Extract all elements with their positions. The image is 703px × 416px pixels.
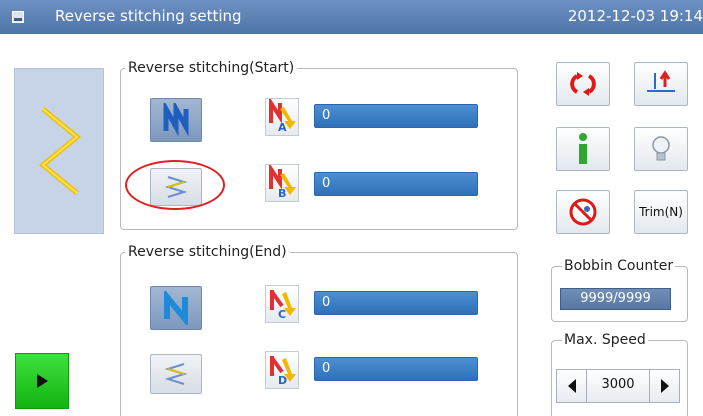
no-wiper-icon xyxy=(569,198,597,226)
max-speed-label: Max. Speed xyxy=(562,332,648,348)
stitch-preview xyxy=(14,68,104,234)
bobbin-counter-label: Bobbin Counter xyxy=(562,258,676,274)
play-icon xyxy=(37,374,48,388)
bobbin-counter-value[interactable]: 9999/9999 xyxy=(560,288,671,310)
bobbin-counter-group: Bobbin Counter 9999/9999 xyxy=(551,258,688,322)
reverse-start-legend: Reverse stitching(Start) xyxy=(128,60,295,76)
param-c-field[interactable]: 0 xyxy=(314,291,478,315)
param-a-icon-box: A xyxy=(265,96,299,136)
param-d-icon-box: D xyxy=(265,351,299,389)
param-d-field[interactable]: 0 xyxy=(314,357,478,381)
param-d-letter: D xyxy=(278,374,288,387)
reverse-end-legend: Reverse stitching(End) xyxy=(128,244,287,260)
light-button[interactable] xyxy=(634,127,688,171)
param-b-field[interactable]: 0 xyxy=(314,172,478,196)
cycle-button[interactable] xyxy=(556,62,610,106)
max-speed-value: 3000 xyxy=(601,377,635,392)
param-c-letter: C xyxy=(278,308,287,321)
screen-icon xyxy=(12,11,24,23)
wiper-off-button[interactable] xyxy=(556,190,610,234)
info-button[interactable] xyxy=(556,127,610,171)
left-arrow-icon xyxy=(567,379,576,393)
param-b-icon-box: B xyxy=(265,162,299,202)
cycle-icon xyxy=(570,72,596,96)
param-a-field[interactable]: 0 xyxy=(314,104,478,128)
trim-button[interactable]: Trim(N) xyxy=(634,190,688,234)
light-bulb-icon xyxy=(652,136,670,161)
start-reverse-n-button[interactable] xyxy=(150,98,202,142)
end-n-stitch-icon xyxy=(164,291,188,325)
title-bar: Reverse stitching setting 2012-12-03 19:… xyxy=(0,0,703,34)
reverse-stitch-preview-icon xyxy=(39,107,81,195)
start-n-stitch-icon xyxy=(163,103,189,137)
max-speed-stepper: 3000 xyxy=(556,369,680,403)
end-reverse-v-button[interactable] xyxy=(150,354,202,394)
start-v-stitch-icon xyxy=(164,176,188,198)
end-reverse-n-button[interactable] xyxy=(150,286,202,330)
page-title: Reverse stitching setting xyxy=(55,7,242,25)
speed-increase-button[interactable] xyxy=(649,370,679,402)
needle-position-icon xyxy=(647,70,675,92)
info-icon xyxy=(579,133,587,164)
needle-position-button[interactable] xyxy=(634,62,688,106)
right-arrow-icon xyxy=(660,379,669,393)
max-speed-group: Max. Speed 3000 xyxy=(551,332,688,416)
end-v-stitch-icon xyxy=(164,363,188,385)
datetime-display: 2012-12-03 19:14 xyxy=(567,7,703,25)
speed-decrease-button[interactable] xyxy=(557,370,587,402)
trim-label: Trim(N) xyxy=(639,205,683,219)
param-a-letter: A xyxy=(278,121,287,134)
param-c-icon-box: C xyxy=(265,285,299,323)
param-b-letter: B xyxy=(278,187,287,200)
play-button[interactable] xyxy=(15,353,69,409)
start-reverse-v-button[interactable] xyxy=(150,168,202,206)
